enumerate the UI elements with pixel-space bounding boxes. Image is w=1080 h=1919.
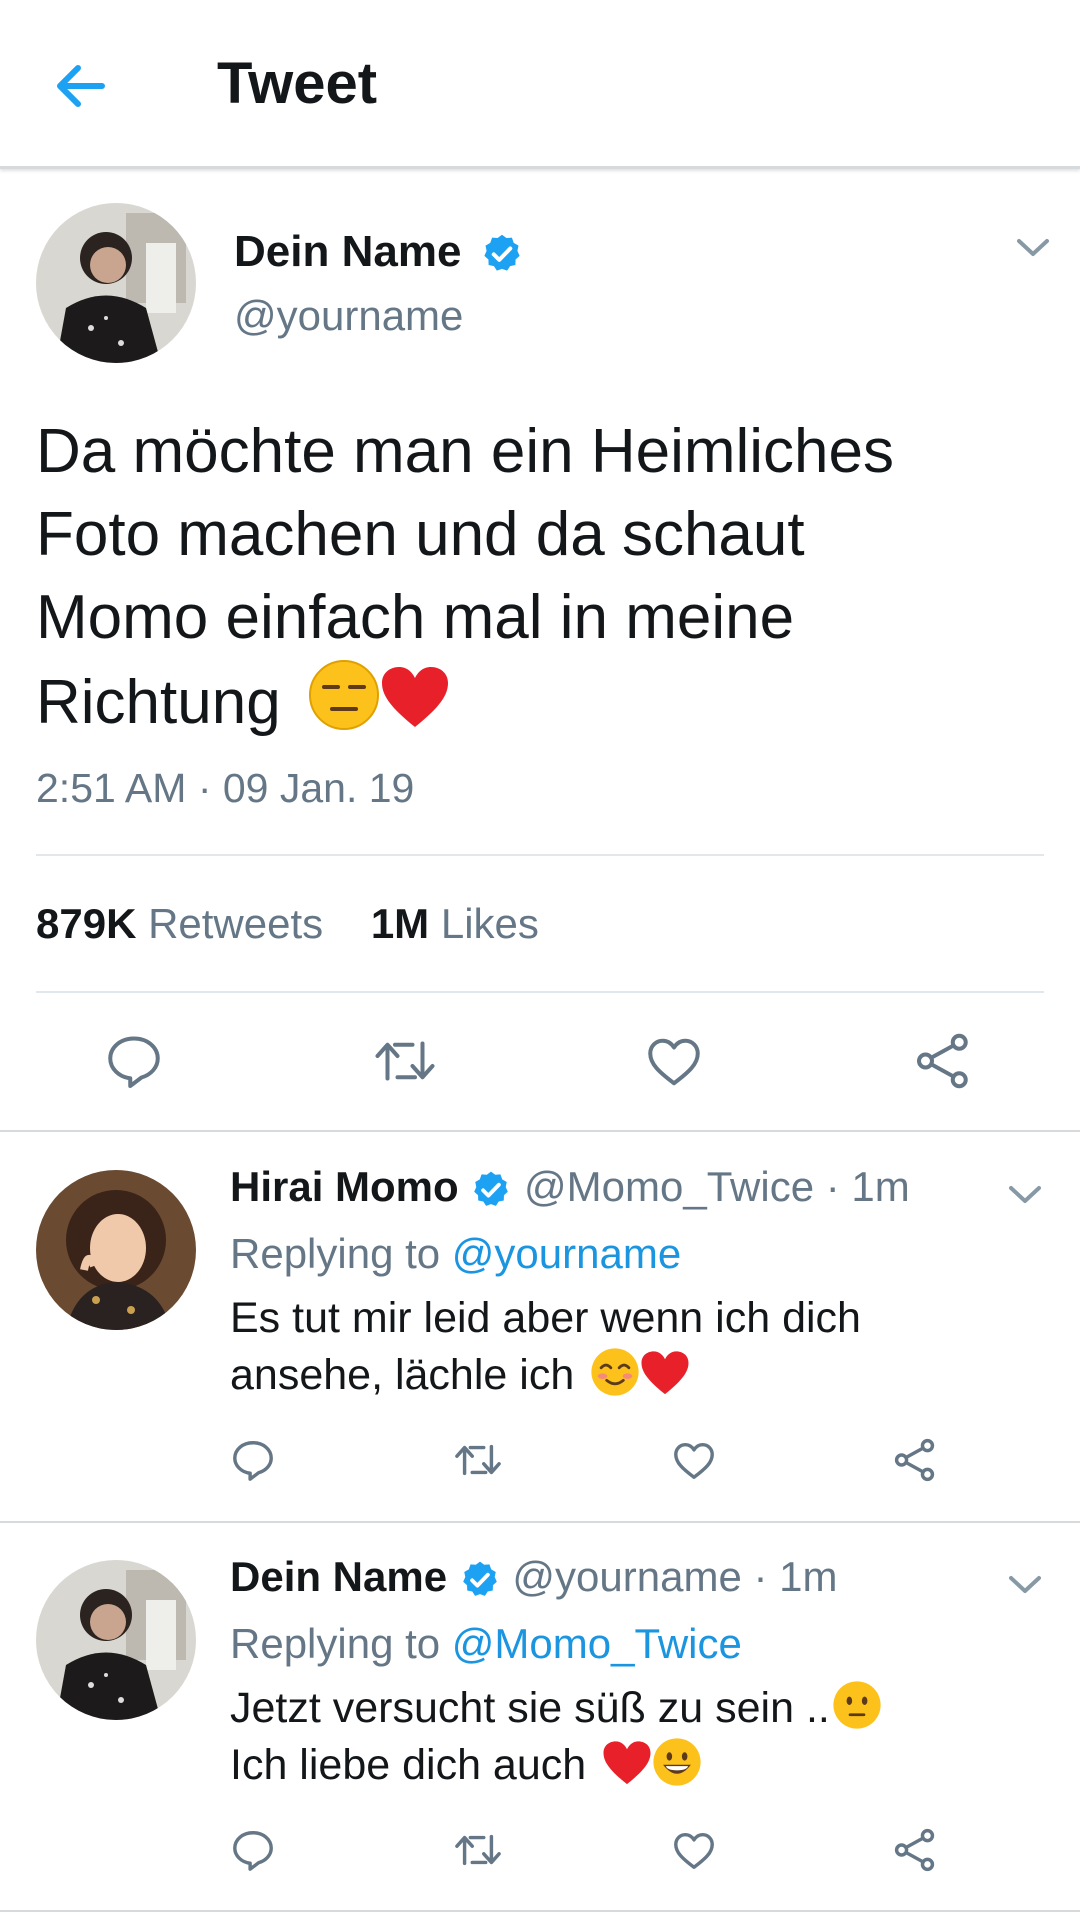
- tweet-stats: 879K Retweets 1M Likes: [36, 900, 539, 948]
- red-heart-emoji: [603, 1741, 651, 1785]
- page-title: Tweet: [217, 51, 378, 116]
- reply-icon[interactable]: [104, 1031, 164, 1091]
- chevron-down-icon[interactable]: [1005, 1570, 1045, 1600]
- replying-to-row: Replying to @Momo_Twice: [230, 1620, 742, 1668]
- reply-text-line: Es tut mir leid aber wenn ich dich: [230, 1294, 861, 1342]
- replying-to-label: Replying to: [230, 1620, 441, 1667]
- reply-avatar[interactable]: [36, 1170, 196, 1330]
- tweet-text: Da möchte man ein Heimliches Foto machen…: [36, 410, 1036, 744]
- smiling-face-emoji: [591, 1348, 639, 1396]
- reply-header-row: Dein Name @yourname · 1m: [230, 1553, 838, 1601]
- red-heart-emoji: [641, 1351, 689, 1395]
- reply-time: · 1m: [825, 1163, 910, 1210]
- neutral-face-emoji: [833, 1681, 881, 1729]
- reply-text-line: ansehe, lächle ich: [230, 1351, 575, 1399]
- reply-text-line-first: Jetzt versucht sie süß zu sein ..: [230, 1680, 882, 1737]
- retweet-icon[interactable]: [452, 1827, 504, 1873]
- like-heart-icon[interactable]: [671, 1438, 717, 1484]
- author-handle[interactable]: @yourname: [234, 292, 463, 340]
- reply-icon[interactable]: [230, 1437, 276, 1483]
- reply-text-line: Ich liebe dich auch: [230, 1741, 587, 1789]
- chevron-down-icon[interactable]: [1013, 233, 1053, 263]
- reply-text: Es tut mir leid aber wenn ich dich anseh…: [230, 1290, 861, 1404]
- verified-icon: [462, 1561, 497, 1596]
- verified-icon: [474, 1171, 509, 1206]
- reply-handle[interactable]: @yourname: [512, 1553, 741, 1600]
- reply-text-line-last: ansehe, lächle ich: [230, 1347, 861, 1404]
- reply-text-line: Jetzt versucht sie süß zu sein ..: [230, 1684, 830, 1732]
- retweet-icon[interactable]: [372, 1031, 438, 1091]
- share-icon[interactable]: [913, 1031, 973, 1091]
- replying-to-label: Replying to: [230, 1230, 441, 1277]
- replying-to-link[interactable]: @yourname: [452, 1230, 681, 1277]
- section-divider: [0, 1521, 1080, 1523]
- divider: [36, 991, 1044, 993]
- reply-icon[interactable]: [230, 1827, 276, 1873]
- red-heart-emoji: [381, 667, 448, 727]
- verified-icon: [484, 235, 520, 272]
- reply-handle[interactable]: @Momo_Twice: [524, 1163, 814, 1210]
- likes-stat[interactable]: 1M Likes: [371, 900, 539, 947]
- reply-time: · 1m: [753, 1553, 838, 1600]
- like-heart-icon[interactable]: [644, 1032, 704, 1092]
- author-name[interactable]: Dein Name: [234, 227, 461, 276]
- replying-to-link[interactable]: @Momo_Twice: [452, 1620, 742, 1667]
- retweet-icon[interactable]: [452, 1437, 504, 1483]
- like-heart-icon[interactable]: [671, 1828, 717, 1874]
- reply-author-name[interactable]: Dein Name: [230, 1553, 447, 1600]
- reply-header-row: Hirai Momo @Momo_Twice · 1m: [230, 1163, 910, 1211]
- author-avatar[interactable]: [36, 203, 196, 363]
- grinning-face-emoji: [653, 1738, 701, 1786]
- retweets-stat[interactable]: 879K Retweets: [36, 900, 323, 947]
- section-divider: [0, 1910, 1080, 1912]
- tweet-text-line: Momo einfach mal in meine: [36, 583, 795, 652]
- reply-author-name[interactable]: Hirai Momo: [230, 1163, 459, 1210]
- tweet-text-line: Richtung: [36, 668, 281, 737]
- share-icon[interactable]: [892, 1827, 938, 1873]
- tweet-text-line: Foto machen und da schaut: [36, 500, 805, 569]
- divider: [36, 854, 1044, 856]
- share-icon[interactable]: [892, 1437, 938, 1483]
- reply-text: Jetzt versucht sie süß zu sein .. Ich li…: [230, 1680, 882, 1794]
- arrow-left-icon: [57, 65, 105, 107]
- reply-avatar[interactable]: [36, 1560, 196, 1720]
- tweet-text-line-last: Richtung: [36, 659, 1036, 744]
- back-button[interactable]: [52, 54, 116, 118]
- tweet-text-line: Da möchte man ein Heimliches: [36, 417, 895, 486]
- tweet-timestamp: 2:51 AM · 09 Jan. 19: [36, 765, 415, 811]
- app-header: Tweet: [0, 0, 1080, 169]
- author-name-row: Dein Name: [234, 227, 524, 277]
- reply-text-line-last: Ich liebe dich auch: [230, 1737, 882, 1794]
- expressionless-face-emoji: [308, 660, 379, 730]
- chevron-down-icon[interactable]: [1005, 1180, 1045, 1210]
- replying-to-row: Replying to @yourname: [230, 1230, 681, 1278]
- section-divider: [0, 1130, 1080, 1132]
